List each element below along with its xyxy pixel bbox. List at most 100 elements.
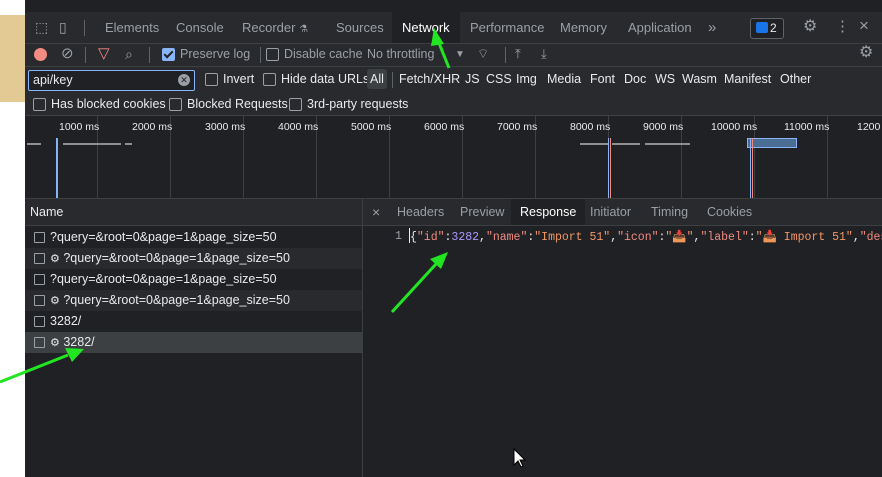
filter-type-other[interactable]: Other [780, 72, 811, 86]
overview-tick-label: 7000 ms [497, 121, 538, 133]
overview-tick-label: 6000 ms [424, 121, 465, 133]
filter-type-ws[interactable]: WS [655, 72, 675, 86]
filter-type-css[interactable]: CSS [486, 72, 512, 86]
filter-input[interactable] [33, 72, 173, 88]
filter-type-js[interactable]: JS [465, 72, 480, 86]
request-name: 3282/ [50, 314, 82, 328]
devtools-panel: ⬚ ▯ Elements Console Recorder ⚗ Sources … [25, 0, 882, 477]
filter-input-box: ✕ [28, 70, 195, 91]
line-number: 1 [395, 230, 402, 243]
hide-data-urls-checkbox[interactable] [263, 73, 276, 86]
clear-filter-icon[interactable]: ✕ [178, 74, 190, 86]
search-icon[interactable]: ⌕ [125, 47, 133, 61]
request-file-icon [34, 316, 45, 327]
third-party-checkbox[interactable] [289, 98, 302, 111]
detail-tab-bar: × Headers Preview Response Initiator Tim… [363, 199, 882, 226]
kebab-menu-icon[interactable]: ⋮ [835, 19, 850, 34]
request-row[interactable]: ?query=&root=0&page=1&page_size=50 [25, 269, 362, 290]
tab-performance[interactable]: Performance [470, 12, 544, 43]
upload-icon[interactable]: ⤒ [515, 47, 521, 61]
preserve-log-checkbox[interactable] [162, 48, 175, 61]
overview-tick-label: 2000 ms [132, 121, 173, 133]
request-file-icon [34, 337, 45, 348]
filter-type-fetch-xhr[interactable]: Fetch/XHR [399, 72, 460, 86]
json-brace: { [410, 231, 417, 244]
third-party-label: 3rd-party requests [307, 97, 409, 111]
filter-type-manifest[interactable]: Manifest [724, 72, 771, 86]
request-row[interactable]: 3282/ [25, 311, 362, 332]
has-blocked-cookies-checkbox[interactable] [33, 98, 46, 111]
detail-tab-preview[interactable]: Preview [460, 199, 504, 225]
overview-tick-label: 1200 [857, 121, 881, 133]
close-detail-icon[interactable]: × [372, 199, 380, 225]
service-worker-gear-icon: ⚙ [50, 337, 60, 349]
request-file-icon [34, 274, 45, 285]
detail-tab-initiator[interactable]: Initiator [590, 199, 631, 225]
issues-count: 2 [770, 21, 777, 35]
more-tabs-button[interactable]: » [708, 12, 716, 43]
detail-tab-cookies[interactable]: Cookies [707, 199, 752, 225]
filter-type-img[interactable]: Img [516, 72, 537, 86]
name-column-header[interactable]: Name [25, 199, 362, 226]
filter-icon[interactable]: ▽ [98, 46, 110, 61]
request-name: ?query=&root=0&page=1&page_size=50 [50, 230, 277, 244]
clear-log-icon[interactable]: ⊘ [61, 46, 74, 61]
overview-request-bar [580, 143, 608, 145]
flask-icon: ⚗ [299, 24, 309, 35]
tab-console[interactable]: Console [176, 12, 224, 43]
filter-type-font[interactable]: Font [590, 72, 615, 86]
toolbar-separator [85, 47, 86, 63]
json-value-label: "📥 Import 51" [755, 231, 853, 244]
json-key-label: "label" [700, 231, 749, 244]
request-list-panel: Name ?query=&root=0&page=1&page_size=50 … [25, 199, 363, 477]
network-conditions-icon[interactable]: ⌔ [477, 47, 489, 61]
tab-network[interactable]: Network [392, 12, 460, 43]
hide-data-urls-label: Hide data URLs [281, 72, 370, 86]
detail-tab-headers[interactable]: Headers [397, 199, 444, 225]
tab-recorder[interactable]: Recorder ⚗ [242, 12, 308, 43]
blocked-requests-checkbox[interactable] [169, 98, 182, 111]
overview-request-bar [612, 143, 640, 145]
tab-elements[interactable]: Elements [105, 12, 159, 43]
overview-request-bar [645, 143, 690, 145]
invert-checkbox[interactable] [205, 73, 218, 86]
issues-badge[interactable]: 2 [750, 18, 784, 39]
request-name-with-gear: ⚙ ?query=&root=0&page=1&page_size=50 [50, 293, 290, 307]
network-overview[interactable]: 1000 ms 2000 ms 3000 ms 4000 ms 5000 ms … [25, 116, 882, 199]
filter-type-wasm[interactable]: Wasm [682, 72, 717, 86]
response-body[interactable]: {"id":3282,"name":"Import 51","icon":"📥"… [410, 229, 882, 244]
request-row[interactable]: ⚙ ?query=&root=0&page=1&page_size=50 [25, 290, 362, 311]
json-key-name: "name" [485, 231, 528, 244]
overview-selected-request[interactable] [747, 138, 797, 148]
tab-application[interactable]: Application [628, 12, 692, 43]
network-settings-icon[interactable]: ⚙ [859, 45, 873, 61]
request-row[interactable]: ?query=&root=0&page=1&page_size=50 [25, 227, 362, 248]
has-blocked-cookies-label: Has blocked cookies [51, 97, 166, 111]
disable-cache-checkbox[interactable] [266, 48, 279, 61]
filter-bar: ✕ Invert Hide data URLs All Fetch/XHR JS… [25, 67, 882, 116]
download-icon[interactable]: ⤓ [541, 47, 547, 61]
request-name-with-gear: ⚙ ?query=&root=0&page=1&page_size=50 [50, 251, 290, 265]
filter-type-all[interactable]: All [367, 69, 387, 89]
device-toolbar-icon[interactable]: ▯ [59, 20, 67, 34]
preserve-log-label: Preserve log [180, 47, 251, 61]
tab-memory[interactable]: Memory [560, 12, 607, 43]
overview-request-bar [27, 143, 41, 145]
request-file-icon [34, 232, 45, 243]
detail-tab-response[interactable]: Response [511, 199, 586, 225]
throttling-select[interactable]: No throttling [367, 47, 434, 61]
filter-separator [392, 72, 393, 88]
name-column-title: Name [30, 205, 64, 219]
close-icon[interactable]: × [859, 17, 869, 34]
request-row[interactable]: ⚙ ?query=&root=0&page=1&page_size=50 [25, 248, 362, 269]
gear-icon[interactable]: ⚙ [803, 19, 817, 35]
filter-type-doc[interactable]: Doc [624, 72, 646, 86]
overview-tick-label: 8000 ms [570, 121, 611, 133]
service-worker-gear-icon: ⚙ [50, 253, 60, 265]
request-row-selected[interactable]: ⚙ 3282/ [25, 332, 362, 353]
inspect-element-icon[interactable]: ⬚ [35, 20, 48, 34]
tab-sources[interactable]: Sources [336, 12, 384, 43]
record-icon[interactable] [34, 48, 47, 61]
filter-type-media[interactable]: Media [547, 72, 581, 86]
detail-tab-timing[interactable]: Timing [651, 199, 688, 225]
